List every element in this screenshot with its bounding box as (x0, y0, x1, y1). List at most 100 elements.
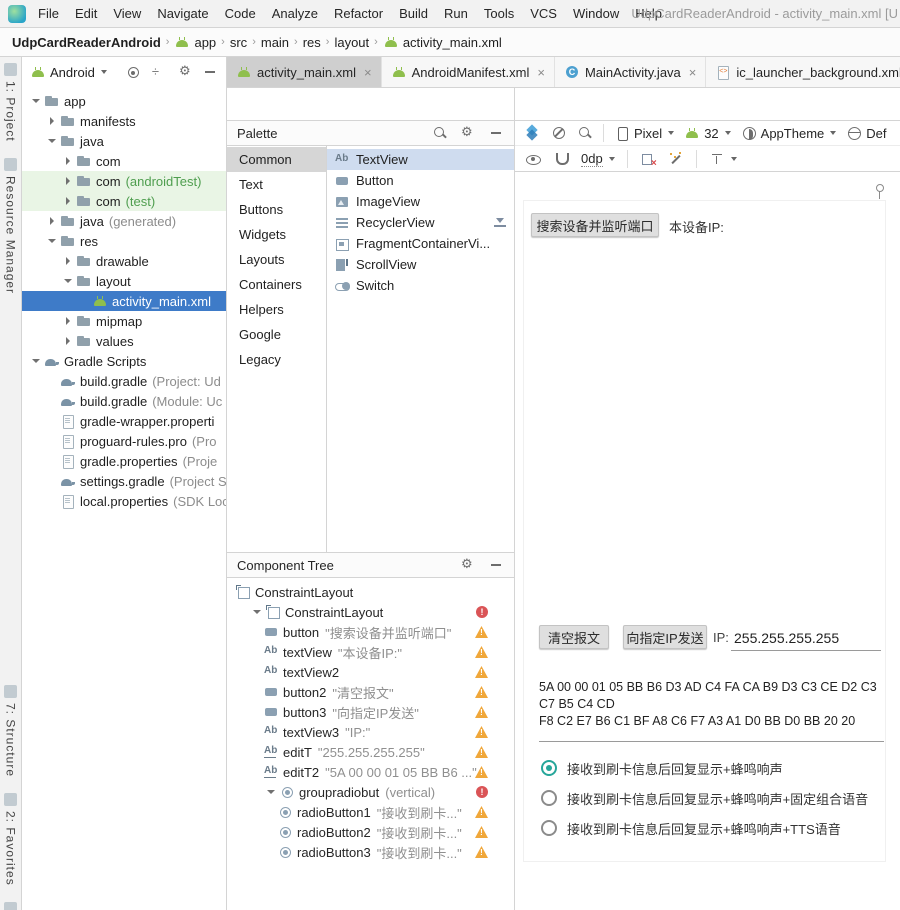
canvas-send-button[interactable]: 向指定IP发送 (623, 625, 707, 649)
palette-category-common[interactable]: Common (227, 147, 326, 172)
search-icon[interactable] (432, 125, 448, 141)
menu-code[interactable]: Code (217, 0, 264, 28)
locale-selector[interactable]: Def (846, 125, 886, 141)
design-canvas[interactable]: 搜索设备并监听端口 本设备IP: 清空报文 向指定IP发送 IP: 255.25… (523, 200, 886, 862)
menu-vcs[interactable]: VCS (522, 0, 565, 28)
breadcrumb-res[interactable]: res (301, 35, 323, 50)
locate-file-icon[interactable] (125, 64, 141, 80)
project-view-selector[interactable]: Android (30, 64, 107, 80)
project-item-com-4[interactable]: com(androidTest) (22, 171, 226, 191)
hide-panel-icon[interactable] (202, 64, 218, 80)
canvas-search-button[interactable]: 搜索设备并监听端口 (531, 213, 659, 237)
tool-stripe-build-variants[interactable]: Build Variants (0, 902, 21, 910)
minimize-icon[interactable] (488, 125, 504, 141)
tab-activity-main-xml[interactable]: activity_main.xml× (227, 57, 382, 87)
project-item-values-12[interactable]: values (22, 331, 226, 351)
align-selector[interactable] (709, 151, 737, 167)
menu-window[interactable]: Window (565, 0, 627, 28)
project-item-gradle-wrapper-properti-16[interactable]: gradle-wrapper.properti (22, 411, 226, 431)
project-item-gradle-properties-18[interactable]: gradle.properties(Proje (22, 451, 226, 471)
device-selector[interactable]: Pixel (614, 125, 674, 141)
radio-circle-icon[interactable] (541, 760, 557, 776)
palette-category-helpers[interactable]: Helpers (227, 297, 326, 322)
project-item-app-0[interactable]: app (22, 91, 226, 111)
gear-icon[interactable] (460, 125, 476, 141)
gear-icon[interactable] (460, 557, 476, 573)
view-options-icon[interactable] (525, 151, 541, 167)
component-radiobutton1-11[interactable]: radioButton1"接收到刷卡..." (227, 802, 514, 822)
project-item-java-2[interactable]: java (22, 131, 226, 151)
palette-item-switch[interactable]: Switch (327, 275, 514, 296)
close-tab-icon[interactable]: × (364, 65, 372, 80)
component-radiobutton2-12[interactable]: radioButton2"接收到刷卡..." (227, 822, 514, 842)
tab-mainactivity-java[interactable]: MainActivity.java× (555, 57, 706, 87)
component-editt2-9[interactable]: editT2"5A 00 00 01 05 BB B6 ..." (227, 762, 514, 782)
radio-circle-icon[interactable] (541, 820, 557, 836)
project-item-local-properties-20[interactable]: local.properties(SDK Loc (22, 491, 226, 511)
gear-icon[interactable] (178, 64, 194, 80)
design-mode-icon[interactable] (525, 125, 541, 141)
palette-category-containers[interactable]: Containers (227, 272, 326, 297)
zoom-icon[interactable] (577, 125, 593, 141)
palette-item-recyclerview[interactable]: RecyclerView (327, 212, 514, 233)
radio-option-3[interactable]: 接收到刷卡信息后回复显示+蜂鸣响声+TTS语音 (541, 817, 841, 839)
radio-circle-icon[interactable] (541, 790, 557, 806)
project-item-gradle-scripts-13[interactable]: Gradle Scripts (22, 351, 226, 371)
infer-constraints-icon[interactable] (668, 151, 684, 167)
menu-analyze[interactable]: Analyze (264, 0, 326, 28)
component-button-2[interactable]: button"搜索设备并监听端口" (227, 622, 514, 642)
project-item-com-5[interactable]: com(test) (22, 191, 226, 211)
close-tab-icon[interactable]: × (689, 65, 697, 80)
project-item-activity-main-xml-10[interactable]: activity_main.xml (22, 291, 226, 311)
component-constraintlayout-1[interactable]: ConstraintLayout (227, 602, 514, 622)
palette-item-scrollview[interactable]: ScrollView (327, 254, 514, 275)
project-item-drawable-8[interactable]: drawable (22, 251, 226, 271)
radio-option-2[interactable]: 接收到刷卡信息后回复显示+蜂鸣响声+固定组合语音 (541, 787, 868, 809)
palette-category-google[interactable]: Google (227, 322, 326, 347)
project-item-manifests-1[interactable]: manifests (22, 111, 226, 131)
menu-build[interactable]: Build (391, 0, 436, 28)
menu-file[interactable]: File (30, 0, 67, 28)
minimize-icon[interactable] (488, 557, 504, 573)
canvas-device-ip-label[interactable]: 本设备IP: (669, 217, 724, 236)
component-textview3-7[interactable]: textView3"IP:" (227, 722, 514, 742)
component-textview-3[interactable]: textView"本设备IP:" (227, 642, 514, 662)
project-item-com-3[interactable]: com (22, 151, 226, 171)
orientation-icon[interactable] (551, 125, 567, 141)
breadcrumb-app[interactable]: app (172, 34, 218, 50)
project-item-java-6[interactable]: java(generated) (22, 211, 226, 231)
tool-stripe-1-project[interactable]: 1: Project (0, 63, 21, 142)
menu-edit[interactable]: Edit (67, 0, 105, 28)
palette-item-textview[interactable]: TextView (327, 149, 514, 170)
clear-constraints-icon[interactable] (640, 151, 656, 167)
component-radiobutton3-13[interactable]: radioButton3"接收到刷卡..." (227, 842, 514, 862)
palette-category-layouts[interactable]: Layouts (227, 247, 326, 272)
canvas-ip-field[interactable]: 255.255.255.255 (731, 625, 881, 651)
autoconnect-magnet-icon[interactable] (553, 151, 569, 167)
tool-stripe-7-structure[interactable]: 7: Structure (0, 685, 21, 777)
breadcrumb-main[interactable]: main (259, 35, 291, 50)
palette-category-buttons[interactable]: Buttons (227, 197, 326, 222)
theme-selector[interactable]: AppTheme (741, 125, 837, 141)
project-item-build-gradle-15[interactable]: build.gradle(Module: Uc (22, 391, 226, 411)
menu-refactor[interactable]: Refactor (326, 0, 391, 28)
component-groupradiobut-10[interactable]: groupradiobut(vertical) (227, 782, 514, 802)
component-button2-5[interactable]: button2"清空报文" (227, 682, 514, 702)
default-margins-selector[interactable]: 0dp (581, 151, 615, 167)
api-selector[interactable]: 32 (684, 125, 730, 141)
download-icon[interactable] (492, 215, 508, 231)
menu-tools[interactable]: Tools (476, 0, 522, 28)
breadcrumb-layout[interactable]: layout (332, 35, 371, 50)
breadcrumb-udpcardreaderandroid[interactable]: UdpCardReaderAndroid (10, 35, 163, 50)
palette-category-text[interactable]: Text (227, 172, 326, 197)
collapse-all-icon[interactable] (149, 64, 165, 80)
palette-category-widgets[interactable]: Widgets (227, 222, 326, 247)
breadcrumb-src[interactable]: src (228, 35, 249, 50)
project-item-res-7[interactable]: res (22, 231, 226, 251)
tool-stripe-resource-manager[interactable]: Resource Manager (0, 158, 21, 294)
menu-view[interactable]: View (105, 0, 149, 28)
palette-item-button[interactable]: Button (327, 170, 514, 191)
component-button3-6[interactable]: button3"向指定IP发送" (227, 702, 514, 722)
canvas-message-field[interactable]: 5A 00 00 01 05 BB B6 D3 AD C4 FA CA B9 D… (539, 679, 884, 742)
palette-item-imageview[interactable]: ImageView (327, 191, 514, 212)
